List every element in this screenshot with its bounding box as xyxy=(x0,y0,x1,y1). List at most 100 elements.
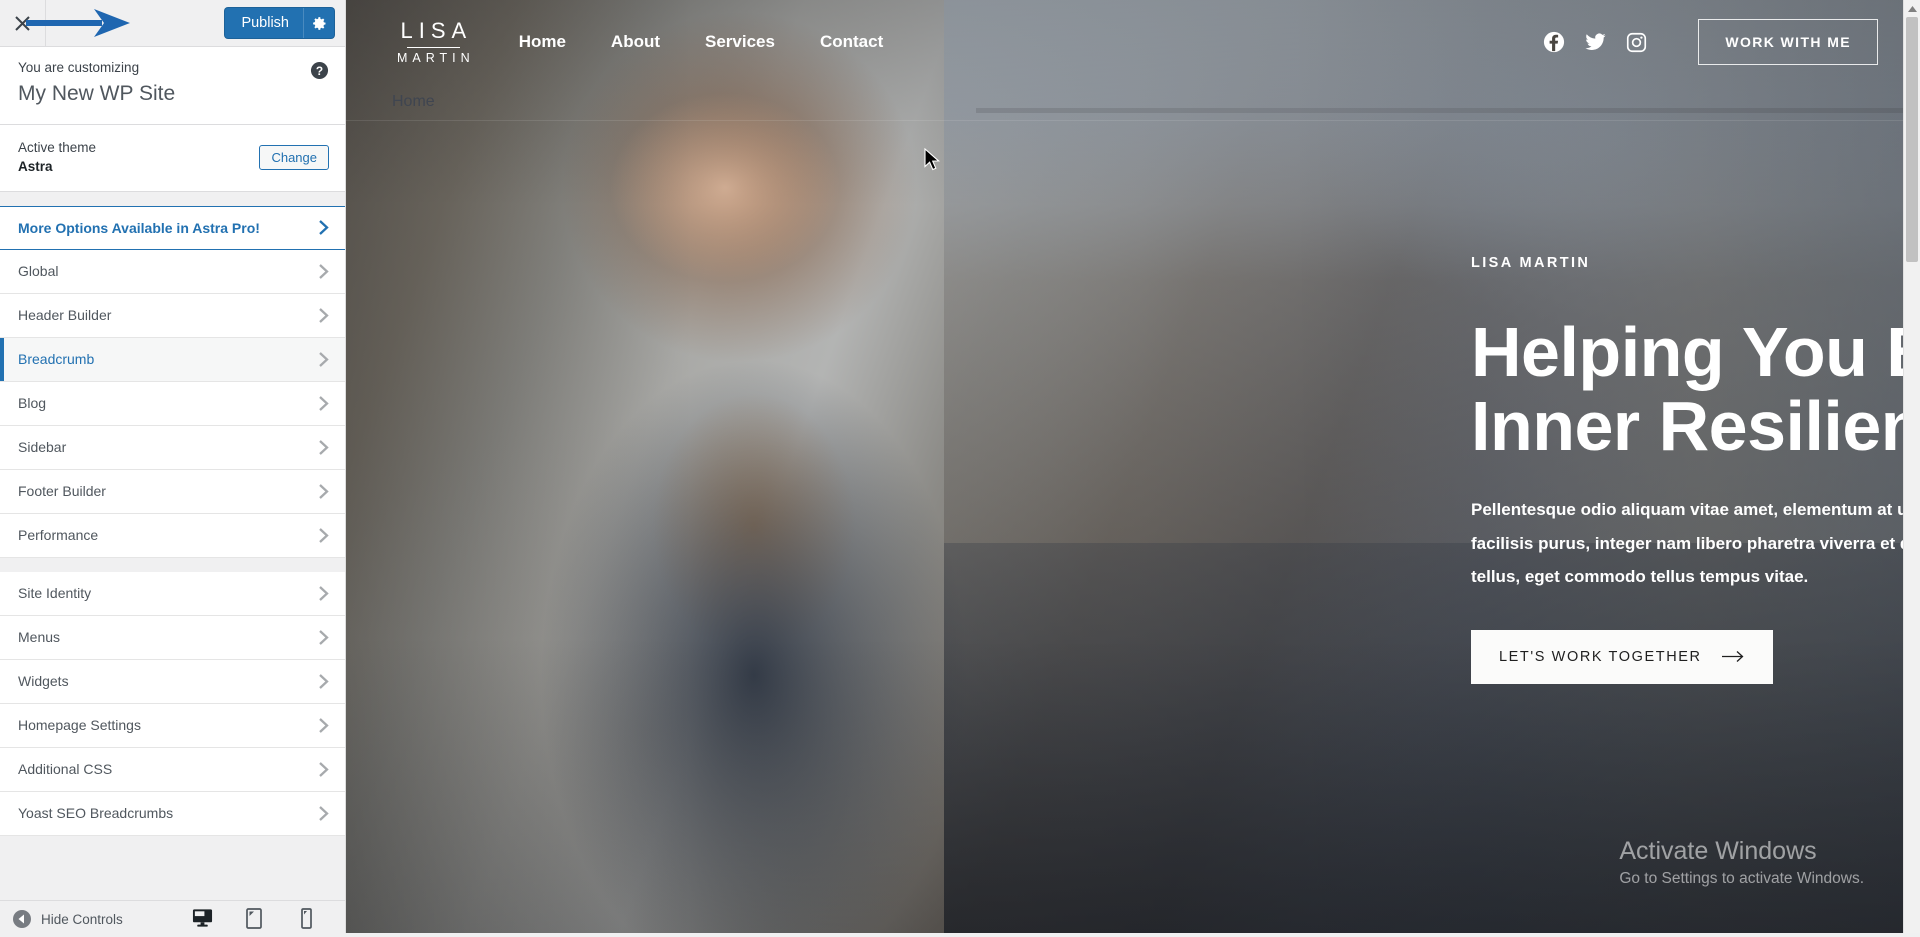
device-preview-desktop[interactable] xyxy=(187,901,217,937)
sidebar-item-additional-css[interactable]: Additional CSS xyxy=(0,747,345,792)
nav-link-home[interactable]: Home xyxy=(519,32,566,52)
hero-eyebrow: LISA MARTIN xyxy=(1471,255,1591,271)
breadcrumb-item-home[interactable]: Home xyxy=(392,93,435,111)
hero-heading-line-2: Inner Resilience. xyxy=(1471,387,1920,466)
sidebar-item-label: Breadcrumb xyxy=(18,351,95,368)
gear-icon xyxy=(312,16,325,30)
sidebar-item-site-identity[interactable]: Site Identity xyxy=(0,571,345,616)
sidebar-item-label: Yoast SEO Breadcrumbs xyxy=(18,805,174,822)
hero-paragraph: Pellentesque odio aliquam vitae amet, el… xyxy=(1471,500,1920,586)
publish-button-group[interactable]: Publish xyxy=(225,8,334,38)
chevron-right-icon xyxy=(318,351,329,368)
watermark-title: Activate Windows xyxy=(1619,836,1817,865)
desktop-icon xyxy=(192,909,212,927)
sidebar-item-menus[interactable]: Menus xyxy=(0,615,345,660)
device-preview-mobile[interactable] xyxy=(291,901,321,937)
work-with-me-button[interactable]: WORK WITH ME xyxy=(1698,19,1878,65)
instagram-icon[interactable] xyxy=(1626,32,1647,53)
customizing-header: You are customizing My New WP Site ? xyxy=(0,47,345,125)
panel-gap-top xyxy=(0,191,345,206)
chevron-right-icon xyxy=(318,395,329,412)
chevron-right-icon xyxy=(318,629,329,646)
help-button[interactable]: ? xyxy=(310,61,329,80)
chevron-right-icon xyxy=(318,483,329,500)
social-links xyxy=(1543,31,1647,53)
change-theme-button[interactable]: Change xyxy=(259,144,329,170)
collapse-left-icon xyxy=(13,910,31,928)
sidebar-item-breadcrumb[interactable]: Breadcrumb xyxy=(0,337,345,382)
publish-settings-button[interactable] xyxy=(303,8,334,38)
sidebar-item-label: Global xyxy=(18,263,59,280)
panel-group-separator xyxy=(0,557,345,572)
mobile-icon xyxy=(300,907,312,929)
watermark-subtitle: Go to Settings to activate Windows. xyxy=(1619,869,1864,887)
primary-navigation: Home About Services Contact xyxy=(519,32,884,52)
active-theme-label: Active theme xyxy=(18,139,97,155)
hero-content: LISA MARTIN Helping You Build Inner Resi… xyxy=(1471,255,1920,684)
sidebar-item-sidebar[interactable]: Sidebar xyxy=(0,425,345,470)
scrollbar-thumb[interactable] xyxy=(1906,17,1918,262)
sidebar-item-yoast-seo-breadcrumbs[interactable]: Yoast SEO Breadcrumbs xyxy=(0,791,345,836)
sidebar-item-label: Performance xyxy=(18,527,99,544)
close-x-icon xyxy=(15,15,30,31)
customizing-label: You are customizing xyxy=(18,60,140,75)
scrollbar-up-arrow[interactable] xyxy=(1904,0,1920,17)
nav-link-services[interactable]: Services xyxy=(705,32,775,52)
twitter-icon[interactable] xyxy=(1584,31,1607,53)
logo-line-1: LISA xyxy=(400,17,473,43)
chevron-right-icon xyxy=(318,805,329,822)
sidebar-item-footer-builder[interactable]: Footer Builder xyxy=(0,469,345,514)
customizer-panel-list: More Options Available in Astra Pro! Glo… xyxy=(0,191,345,900)
sidebar-item-global[interactable]: Global xyxy=(0,249,345,294)
site-header: LISA MARTIN Home About Services Contact xyxy=(346,0,1920,84)
publish-button[interactable]: Publish xyxy=(225,8,303,38)
active-theme-name: Astra xyxy=(18,159,53,175)
windows-activation-watermark: Activate Windows Go to Settings to activ… xyxy=(1619,836,1864,891)
customizer-sidebar: Publish You are customizing My New WP Si… xyxy=(0,0,346,937)
cta-label: LET'S WORK TOGETHER xyxy=(1499,648,1702,665)
active-theme-row: Active theme Astra Change xyxy=(0,124,345,192)
lets-work-together-button[interactable]: LET'S WORK TOGETHER xyxy=(1471,629,1773,684)
chevron-right-icon xyxy=(318,761,329,778)
header-right-group: WORK WITH ME xyxy=(1543,19,1878,65)
customizer-topbar: Publish xyxy=(0,0,345,47)
hide-controls-button[interactable]: Hide Controls xyxy=(12,909,123,929)
logo-line-2: MARTIN xyxy=(397,50,475,65)
active-theme-info: Active theme Astra xyxy=(18,138,96,177)
site-logo[interactable]: LISA MARTIN xyxy=(392,17,475,66)
nav-link-about[interactable]: About xyxy=(611,32,660,52)
svg-text:?: ? xyxy=(316,64,323,78)
chevron-right-icon xyxy=(318,263,329,280)
logo-divider xyxy=(406,46,460,48)
sidebar-item-header-builder[interactable]: Header Builder xyxy=(0,293,345,338)
sidebar-item-label: Menus xyxy=(18,629,61,646)
topbar-actions: Publish xyxy=(26,0,345,46)
window-bottom-strip xyxy=(0,933,1920,937)
sidebar-item-label: Site Identity xyxy=(18,585,92,602)
arrow-right-icon xyxy=(1721,651,1744,663)
sidebar-item-astra-pro[interactable]: More Options Available in Astra Pro! xyxy=(0,205,345,250)
sidebar-item-label: Blog xyxy=(18,395,47,412)
chevron-right-icon xyxy=(318,307,329,324)
hero-heading: Helping You Build Inner Resilience. xyxy=(1471,315,1920,463)
nav-link-contact[interactable]: Contact xyxy=(820,32,883,52)
hero-heading-line-1: Helping You Build xyxy=(1471,313,1920,391)
sidebar-item-label: More Options Available in Astra Pro! xyxy=(18,219,260,236)
facebook-icon[interactable] xyxy=(1543,31,1565,53)
sidebar-item-homepage-settings[interactable]: Homepage Settings xyxy=(0,703,345,748)
hide-controls-label: Hide Controls xyxy=(41,911,123,927)
sidebar-item-label: Widgets xyxy=(18,673,69,690)
chevron-right-icon xyxy=(318,219,329,236)
preview-scrollbar[interactable] xyxy=(1903,0,1920,937)
sidebar-item-widgets[interactable]: Widgets xyxy=(0,659,345,704)
chevron-right-icon xyxy=(318,439,329,456)
sidebar-item-label: Sidebar xyxy=(18,439,67,456)
sidebar-item-performance[interactable]: Performance xyxy=(0,513,345,558)
sidebar-item-blog[interactable]: Blog xyxy=(0,381,345,426)
chevron-right-icon xyxy=(318,673,329,690)
chevron-right-icon xyxy=(318,527,329,544)
device-preview-tablet[interactable] xyxy=(239,901,269,937)
site-preview-frame[interactable]: LISA MARTIN Home About Services Contact xyxy=(346,0,1920,937)
close-customizer-button[interactable] xyxy=(0,0,46,46)
sidebar-item-label: Additional CSS xyxy=(18,761,113,778)
